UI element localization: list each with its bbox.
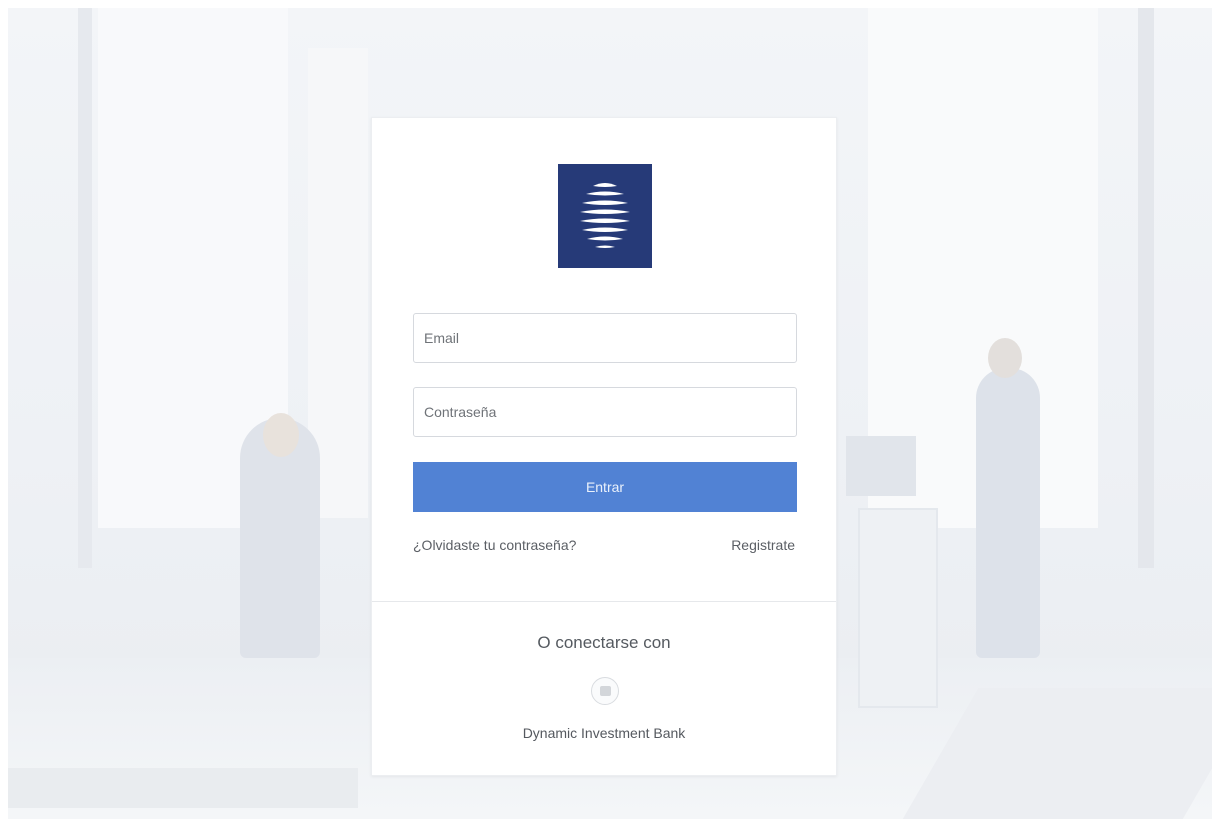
- bg-window-frame: [78, 8, 92, 568]
- email-field[interactable]: [413, 313, 797, 363]
- social-login-heading: O conectarse con: [537, 633, 671, 652]
- provider-name[interactable]: Dynamic Investment Bank: [372, 725, 836, 741]
- logo-mark: [580, 183, 630, 248]
- register-link[interactable]: Registrate: [731, 537, 795, 553]
- bg-window-frame: [1138, 8, 1154, 568]
- bank-icon-glyph: [599, 686, 611, 696]
- forgot-password-link[interactable]: ¿Olvidaste tu contraseña?: [413, 537, 576, 553]
- bg-keyboard: [8, 768, 358, 808]
- login-button[interactable]: Entrar: [413, 462, 797, 512]
- password-field[interactable]: [413, 387, 797, 437]
- login-card: Entrar ¿Olvidaste tu contraseña? Registr…: [371, 117, 837, 776]
- bg-glass: [858, 508, 938, 708]
- bg-person: [976, 368, 1040, 658]
- bg-person-head: [988, 338, 1022, 378]
- bg-monitor: [846, 436, 916, 496]
- striped-globe-icon: [558, 164, 652, 268]
- bg-person-head: [263, 413, 299, 457]
- divider: [372, 601, 836, 602]
- bank-icon[interactable]: [591, 677, 619, 705]
